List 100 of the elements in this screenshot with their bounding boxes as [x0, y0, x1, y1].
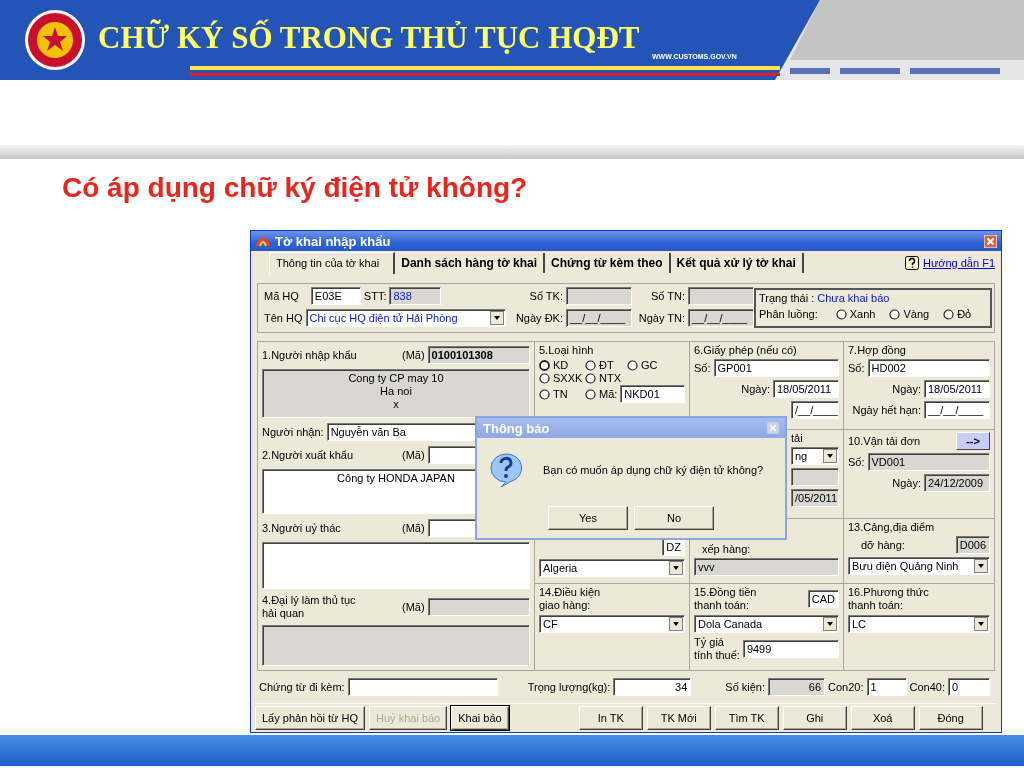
text-field[interactable]: 18/05/2011 [773, 380, 839, 398]
radio-label[interactable]: KD [553, 359, 569, 371]
field-label: Con20: [828, 681, 864, 693]
radio-label[interactable]: GC [641, 359, 658, 371]
field-label: (Mã) [402, 349, 425, 361]
field-label: Trọng lượng(kg): [527, 681, 611, 693]
field-label: xếp hàng: [702, 543, 751, 555]
form-button[interactable]: Ghi [782, 706, 847, 730]
field-label: Số TN: [649, 290, 685, 302]
form-button[interactable]: Tìm TK [714, 706, 779, 730]
tab[interactable]: Thông tin của tờ khai [269, 252, 396, 274]
text-field[interactable]: CAD [807, 590, 839, 608]
field-label: Số kiện: [725, 681, 766, 693]
text-field[interactable]: 0 [948, 678, 990, 696]
text-field[interactable]: 1 [866, 678, 907, 696]
dropdown[interactable]: Chi cục HQ điện tử Hải Phòng [305, 309, 506, 327]
text-field[interactable]: 24/12/2009 [924, 474, 990, 492]
text-field[interactable]: VD001 [867, 453, 990, 471]
dropdown[interactable]: ng [791, 447, 839, 465]
form-button[interactable]: Khai báo [451, 706, 509, 730]
form-button[interactable]: In TK [578, 706, 643, 730]
field-label: Tên HQ [264, 312, 303, 324]
text-field[interactable]: /05/2011 [791, 489, 839, 507]
dropdown[interactable]: Algeria [539, 559, 685, 577]
dialog-button[interactable]: No [634, 506, 714, 530]
text-field[interactable]: vvv [694, 558, 839, 576]
dropdown[interactable]: LC [848, 615, 990, 633]
field-label: Con40: [909, 681, 945, 693]
section-title: 7.Hợp đồng [848, 344, 907, 356]
text-field[interactable]: GP001 [713, 359, 839, 377]
field-label: (Mã) [402, 600, 425, 613]
tab[interactable]: Chứng từ kèm theo [545, 253, 671, 273]
radio-label[interactable]: Vàng [903, 308, 930, 320]
field-label: Ngày hết hạn: [852, 404, 921, 416]
radio-label[interactable]: SXXK [553, 372, 583, 384]
help-link[interactable]: Hướng dẫn F1 [922, 257, 995, 269]
field-label: Số: [848, 362, 865, 374]
field-label: Số: [848, 456, 865, 468]
field-label: Ngày ĐK: [514, 312, 563, 324]
text-field[interactable]: E03E [310, 287, 361, 305]
text-field[interactable]: /__/____ [791, 401, 839, 419]
field-label: Ngày: [892, 477, 921, 489]
field-label: Trạng thái : [759, 292, 815, 304]
text-field[interactable]: __/__/____ [688, 309, 754, 327]
radio-label[interactable]: Xanh [849, 308, 876, 320]
text-field[interactable]: 66 [768, 678, 826, 696]
field-label: (Mã) [402, 521, 425, 534]
text-field[interactable]: D006 [955, 536, 990, 554]
form-button[interactable]: Lấy phản hồi từ HQ [255, 706, 366, 730]
text-field[interactable]: 34 [613, 678, 692, 696]
dropdown[interactable]: Bưu điện Quảng Ninh [848, 557, 990, 575]
radio-label[interactable]: ĐT [599, 359, 614, 371]
field-label: Mã HQ [264, 290, 299, 302]
dialog-button[interactable]: Yes [548, 506, 628, 530]
field-label: Chứng từ đi kèm: [259, 681, 345, 693]
form-button[interactable]: TK Mới [646, 706, 711, 730]
text-field[interactable]: HD002 [867, 359, 990, 377]
field-label: Ngày: [741, 383, 770, 395]
field-label: Người nhận: [262, 425, 324, 438]
text-field[interactable]: __/__/____ [566, 309, 632, 327]
field-label: dỡ hàng: [861, 539, 905, 551]
dropdown[interactable]: CF [539, 615, 685, 633]
section-title: 13.Cảng,địa điểm [848, 521, 936, 533]
radio-label[interactable]: NTX [599, 372, 621, 384]
text-field[interactable]: 18/05/2011 [924, 380, 990, 398]
section-title: 16.Phương thức thanh toán: [848, 586, 930, 612]
tab[interactable]: Danh sách hàng tờ khai [395, 253, 546, 273]
field-label: (Mã) [402, 448, 425, 461]
dropdown[interactable]: Dola Canada [694, 615, 839, 633]
tab[interactable]: Kết quả xử lý tờ khai [670, 253, 804, 273]
section-title: 15.Đồng tiền thanh toán: [694, 586, 757, 612]
section-title: 6.Giấy phép (nếu có) [694, 344, 798, 356]
status-value: Chưa khai báo [817, 292, 890, 304]
window-title: Tờ khai nhập khẩu [275, 233, 391, 249]
field-label: Số TK: [528, 290, 563, 302]
party-title: 4.Đại lý làm thủ tục hải quan [262, 593, 357, 620]
field-label: Ngày: [892, 383, 921, 395]
field-label: Phân luồng: [759, 308, 818, 320]
field-label: STT: [363, 290, 387, 302]
slide-question: Có áp dụng chữ ký điện tử không? [61, 171, 529, 205]
radio-label[interactable]: TN [553, 388, 568, 400]
text-field[interactable]: 0100101308 [427, 346, 530, 364]
field-label: tải [791, 432, 803, 444]
text-field[interactable]: NKD01 [620, 385, 685, 403]
text-field[interactable]: 9499 [742, 640, 839, 658]
text-area[interactable]: Cong ty CP may 10 Ha noi x [262, 369, 530, 418]
form-button[interactable]: Xoá [850, 706, 915, 730]
radio-label[interactable]: Đỏ [957, 308, 972, 320]
form-button[interactable]: Đóng [918, 706, 983, 730]
field-label: Ngày TN: [637, 312, 685, 324]
party-title: 1.Người nhập khẩu [262, 349, 358, 361]
section-title: 5.Loại hình [539, 344, 595, 356]
arrow-button[interactable]: --> [956, 432, 990, 450]
text-field[interactable]: 838 [389, 287, 442, 305]
dialog-message: Bạn có muốn áp dụng chữ ký điện tử không? [543, 464, 764, 476]
party-title: 3.Người uỷ thác [262, 521, 342, 534]
text-field[interactable]: __/__/____ [924, 401, 990, 419]
slide-title: CHỮ KÝ SỐ TRONG THỦ TỤC HQĐT [98, 20, 640, 56]
party-title: 2.Người xuất khẩu [262, 448, 354, 461]
radio-label[interactable]: Mã: [599, 388, 618, 400]
